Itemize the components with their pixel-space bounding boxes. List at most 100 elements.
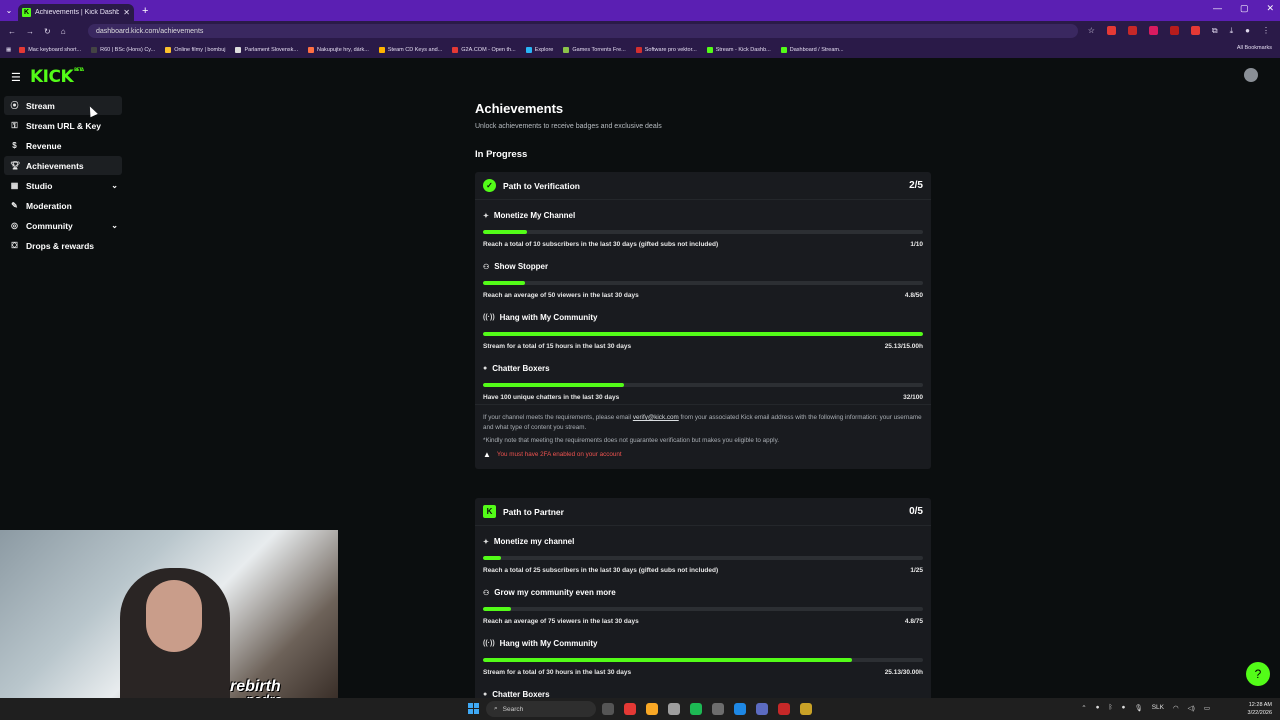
extension-icon[interactable] [1148,26,1158,35]
file-explorer-icon[interactable] [646,703,658,715]
menu-kebab-icon[interactable]: ⋮ [1262,26,1270,36]
task-progress: 4.8/75 [904,618,923,625]
tray-app-icon[interactable]: ● [1122,704,1126,712]
user-avatar[interactable] [1244,68,1258,82]
bookmark-item[interactable]: Mac keyboard short... [19,46,81,53]
sidebar-item-stream-url-key[interactable]: ⚿ Stream URL & Key [4,116,122,135]
chat-bubble-icon: ● [483,691,488,698]
url-field[interactable]: dashboard.kick.com/achievements [88,24,1078,38]
section-heading: In Progress [475,149,528,160]
system-clock[interactable]: 12:28 AM 3/22/2026 [1248,701,1272,717]
progress-fill [483,658,852,662]
bookmark-item[interactable]: R60 | BSc (Hons) Cy... [91,46,155,53]
spotify-icon[interactable] [690,703,702,715]
chevron-down-icon[interactable]: ⌄ [111,221,118,230]
kick-badge-icon: K [483,505,496,518]
new-tab-button[interactable]: + [142,5,148,17]
home-icon[interactable]: ⌂ [61,27,66,36]
broadcast-icon: ⦿ [10,101,19,110]
verification-notes: If your channel meets the requirements, … [475,404,931,469]
bookmark-item[interactable]: Explore [525,46,553,53]
reload-icon[interactable]: ↻ [44,27,51,36]
hamburger-menu-icon[interactable]: ☰ [11,71,21,84]
clock-time: 12:28 AM [1248,702,1272,708]
extension-icon[interactable] [1106,26,1116,35]
windows-start-icon[interactable] [468,703,479,714]
support-chat-button[interactable]: ? [1246,662,1270,686]
chrome-icon[interactable] [624,703,636,715]
forward-icon[interactable]: → [26,27,34,36]
sidebar-item-drops-rewards[interactable]: ⛋ Drops & rewards [4,236,122,255]
sidebar-item-achievements[interactable]: 🏆︎ Achievements [4,156,122,175]
bookmark-item[interactable]: G2A.COM - Open th... [452,46,516,53]
bookmark-item[interactable]: Dashboard / Stream... [780,46,844,53]
sidebar-item-moderation[interactable]: ✎ Moderation [4,196,122,215]
battery-icon[interactable]: ▭ [1204,704,1210,712]
task-description: Stream for a total of 15 hours in the la… [483,343,632,350]
chevron-down-icon[interactable]: ⌄ [111,181,118,190]
extension-icon[interactable] [1169,26,1179,35]
app-icon[interactable] [778,703,790,715]
bookmark-star-icon[interactable]: ☆ [1088,26,1095,36]
app-icon[interactable] [734,703,746,715]
chat-icon: ? [1254,667,1262,681]
page-subtitle: Unlock achievements to receive badges an… [475,123,662,130]
app-icon[interactable] [800,703,812,715]
progress-bar [483,332,923,336]
bookmark-item[interactable]: Software pro vektor... [635,46,697,53]
partner-card: K Path to Partner 0/5 ✦ Monetize my chann… [475,498,931,708]
volume-icon[interactable]: ◁) [1188,704,1195,712]
task-title: Chatter Boxers [492,364,550,373]
close-tab-icon[interactable]: ✕ [123,8,130,17]
taskbar-search[interactable]: ⌕ Search [486,701,596,717]
kick-favicon-icon: K [22,8,31,17]
wifi-icon[interactable]: ◠ [1173,704,1179,712]
verify-email-link[interactable]: verify@kick.com [633,414,679,421]
maximize-icon[interactable]: ▢ [1240,3,1249,14]
bluetooth-icon[interactable]: ᛒ [1109,704,1113,712]
extensions-puzzle-icon[interactable]: ⧉ [1212,26,1218,36]
achievement-task: ((·)) Hang with My Community Stream for a… [475,628,931,679]
sidebar-item-stream[interactable]: ⦿ Stream [4,96,122,115]
back-icon[interactable]: ← [8,27,16,36]
extension-icon[interactable] [1190,26,1200,35]
search-label: Search [502,705,524,713]
tray-app-icon[interactable]: ● [1096,704,1100,712]
card-progress-count: 0/5 [909,506,923,517]
key-icon: ⚿ [11,120,18,130]
bookmark-item[interactable]: Stream - Kick Dashb... [706,46,771,53]
bookmark-item[interactable]: Online filmy | bombuj [165,46,225,53]
steam-icon[interactable] [712,703,724,715]
task-view-icon[interactable] [602,703,614,715]
apps-grid-icon[interactable]: ▦ [6,47,11,53]
profile-icon[interactable]: ● [1245,26,1250,36]
all-bookmarks[interactable]: All Bookmarks [1237,45,1272,51]
bookmark-item[interactable]: Nakupujte hry, dárk... [307,46,369,53]
task-description: Reach a total of 10 subscribers in the l… [483,241,719,248]
tray-chevron-icon[interactable]: ⌃ [1081,704,1086,712]
search-icon: ⌕ [494,705,498,712]
task-title: Monetize my channel [493,537,575,546]
chatgpt-icon[interactable] [668,703,680,715]
sparkle-icon: ✦ [483,212,489,220]
sidebar-item-community[interactable]: ◎ Community ⌄ [4,216,122,235]
progress-fill [483,281,526,285]
bookmark-item[interactable]: Steam CD Keys and... [378,46,442,53]
2fa-warning: ▲ You must have 2FA enabled on your accou… [483,450,923,460]
browser-tab[interactable]: K Achievements | Kick Dashboard ✕ [18,4,134,21]
discord-icon[interactable] [756,703,768,715]
bookmark-item[interactable]: Games Torrents Fre... [563,46,626,53]
achievement-task: ⚇ Show Stopper Reach an average of 50 vie… [475,251,931,302]
bookmark-item[interactable]: Parlament Slovensk... [235,46,298,53]
progress-bar [483,607,923,611]
close-window-icon[interactable]: ✕ [1266,3,1274,14]
extension-icon[interactable] [1127,26,1137,35]
sidebar-item-revenue[interactable]: $ Revenue [4,136,122,155]
microphone-icon[interactable]: 🎙︎ [1134,704,1142,712]
sidebar-item-studio[interactable]: ▦ Studio ⌄ [4,176,122,195]
language-indicator[interactable]: SLK [1152,704,1164,712]
download-icon[interactable]: ⤓ [1230,26,1234,36]
tab-search-icon[interactable]: ⌄ [0,6,18,15]
minimize-icon[interactable]: — [1213,3,1222,14]
kick-logo[interactable]: KICKBETA [30,67,84,87]
